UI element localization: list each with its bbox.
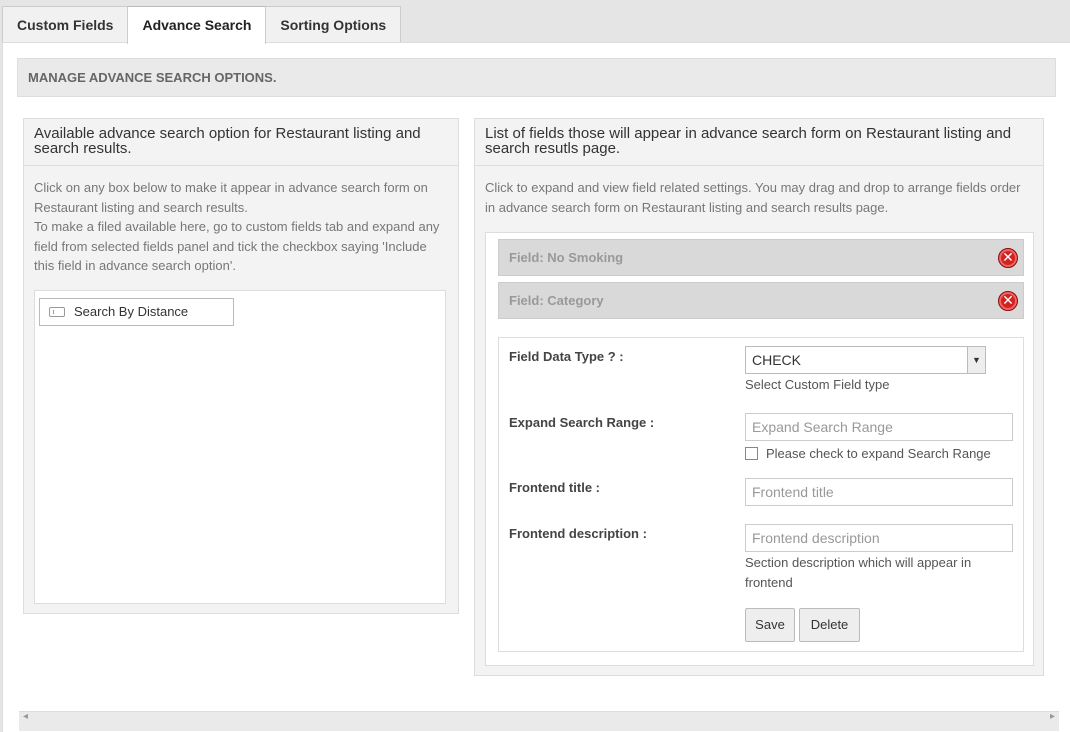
tab-advance-search[interactable]: Advance Search — [127, 6, 267, 44]
expand-search-range-input[interactable]: Expand Search Range — [745, 413, 1013, 441]
field-bar-no-smoking[interactable]: Field: No Smoking ✕ — [498, 239, 1024, 276]
available-desc-line2: To make a filed available here, go to cu… — [34, 219, 440, 273]
available-options-title: Available advance search option for Rest… — [24, 119, 458, 166]
frontend-title-label: Frontend title : — [509, 480, 600, 495]
delete-button[interactable]: Delete — [799, 608, 860, 642]
save-button[interactable]: Save — [745, 608, 795, 642]
chevron-left-icon[interactable]: ◂ — [23, 711, 28, 722]
frontend-title-input[interactable]: Frontend title — [745, 478, 1013, 506]
selected-fields-title: List of fields those will appear in adva… — [475, 119, 1043, 166]
frontend-description-group: Frontend description Section description… — [745, 524, 1013, 593]
field-bar-label: Field: No Smoking — [509, 250, 624, 265]
field-data-type-select[interactable]: CHECK ▼ — [745, 346, 986, 374]
available-fields-box: Search By Distance — [34, 290, 446, 604]
expand-search-range-check-row: Please check to expand Search Range — [745, 446, 1013, 461]
remove-field-icon[interactable]: ✕ — [998, 248, 1018, 268]
manage-header: MANAGE ADVANCE SEARCH OPTIONS. — [17, 58, 1056, 97]
field-data-type-hint: Select Custom Field type — [745, 377, 890, 392]
chevron-right-icon[interactable]: ▸ — [1050, 711, 1055, 722]
field-data-type-group: CHECK ▼ Select Custom Field type — [745, 346, 986, 395]
available-options-description: Click on any box below to make it appear… — [24, 166, 458, 276]
frontend-description-input[interactable]: Frontend description — [745, 524, 1013, 552]
selected-fields-panel: List of fields those will appear in adva… — [474, 118, 1044, 676]
expand-search-range-checkbox[interactable] — [745, 447, 758, 460]
selected-fields-description: Click to expand and view field related s… — [485, 180, 1021, 215]
remove-field-icon[interactable]: ✕ — [998, 291, 1018, 311]
available-item-label: Search By Distance — [74, 304, 189, 319]
expand-search-range-label: Expand Search Range : — [509, 415, 655, 430]
selected-fields-box: Field: No Smoking ✕ Field: Category ✕ Fi… — [485, 232, 1034, 666]
horizontal-scrollbar[interactable]: ◂ ▸ — [19, 711, 1059, 731]
available-options-panel: Available advance search option for Rest… — [23, 118, 459, 614]
tab-sorting-options[interactable]: Sorting Options — [265, 6, 402, 43]
field-bar-label: Field: Category — [509, 293, 604, 308]
field-data-type-value: CHECK — [752, 352, 802, 368]
available-desc-line1: Click on any box below to make it appear… — [34, 180, 428, 215]
field-bar-category[interactable]: Field: Category ✕ — [498, 282, 1024, 319]
text-field-icon — [49, 307, 65, 317]
tab-custom-fields[interactable]: Custom Fields — [2, 6, 129, 43]
main-panel: MANAGE ADVANCE SEARCH OPTIONS. Available… — [2, 42, 1070, 732]
chevron-down-icon: ▼ — [967, 347, 985, 373]
field-data-type-label: Field Data Type ? : — [509, 349, 624, 364]
frontend-description-hint: Section description which will appear in… — [745, 555, 972, 590]
expand-search-range-group: Expand Search Range Please check to expa… — [745, 413, 1013, 461]
frontend-title-group: Frontend title — [745, 478, 1013, 506]
field-settings-form: Field Data Type ? : CHECK ▼ Select Custo… — [498, 337, 1024, 652]
expand-search-range-check-label: Please check to expand Search Range — [766, 446, 991, 461]
frontend-description-label: Frontend description : — [509, 526, 647, 541]
available-item-search-by-distance[interactable]: Search By Distance — [39, 298, 234, 326]
tab-bar: Custom Fields Advance Search Sorting Opt… — [2, 6, 402, 44]
